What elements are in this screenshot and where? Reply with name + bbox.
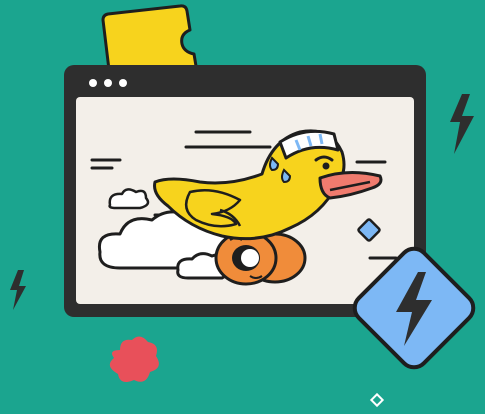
duck-eye	[322, 162, 330, 170]
lightning-bolt-icon	[10, 270, 26, 310]
flower-blob-icon	[109, 336, 159, 382]
wheel	[214, 230, 307, 286]
illustration-stage	[0, 0, 485, 414]
lightning-bolt-icon	[450, 94, 474, 154]
window-dot-1	[89, 79, 97, 87]
window-dot-3	[119, 79, 127, 87]
diamond-icon	[369, 392, 385, 408]
window-dot-2	[104, 79, 112, 87]
illustration-svg	[10, 4, 476, 408]
